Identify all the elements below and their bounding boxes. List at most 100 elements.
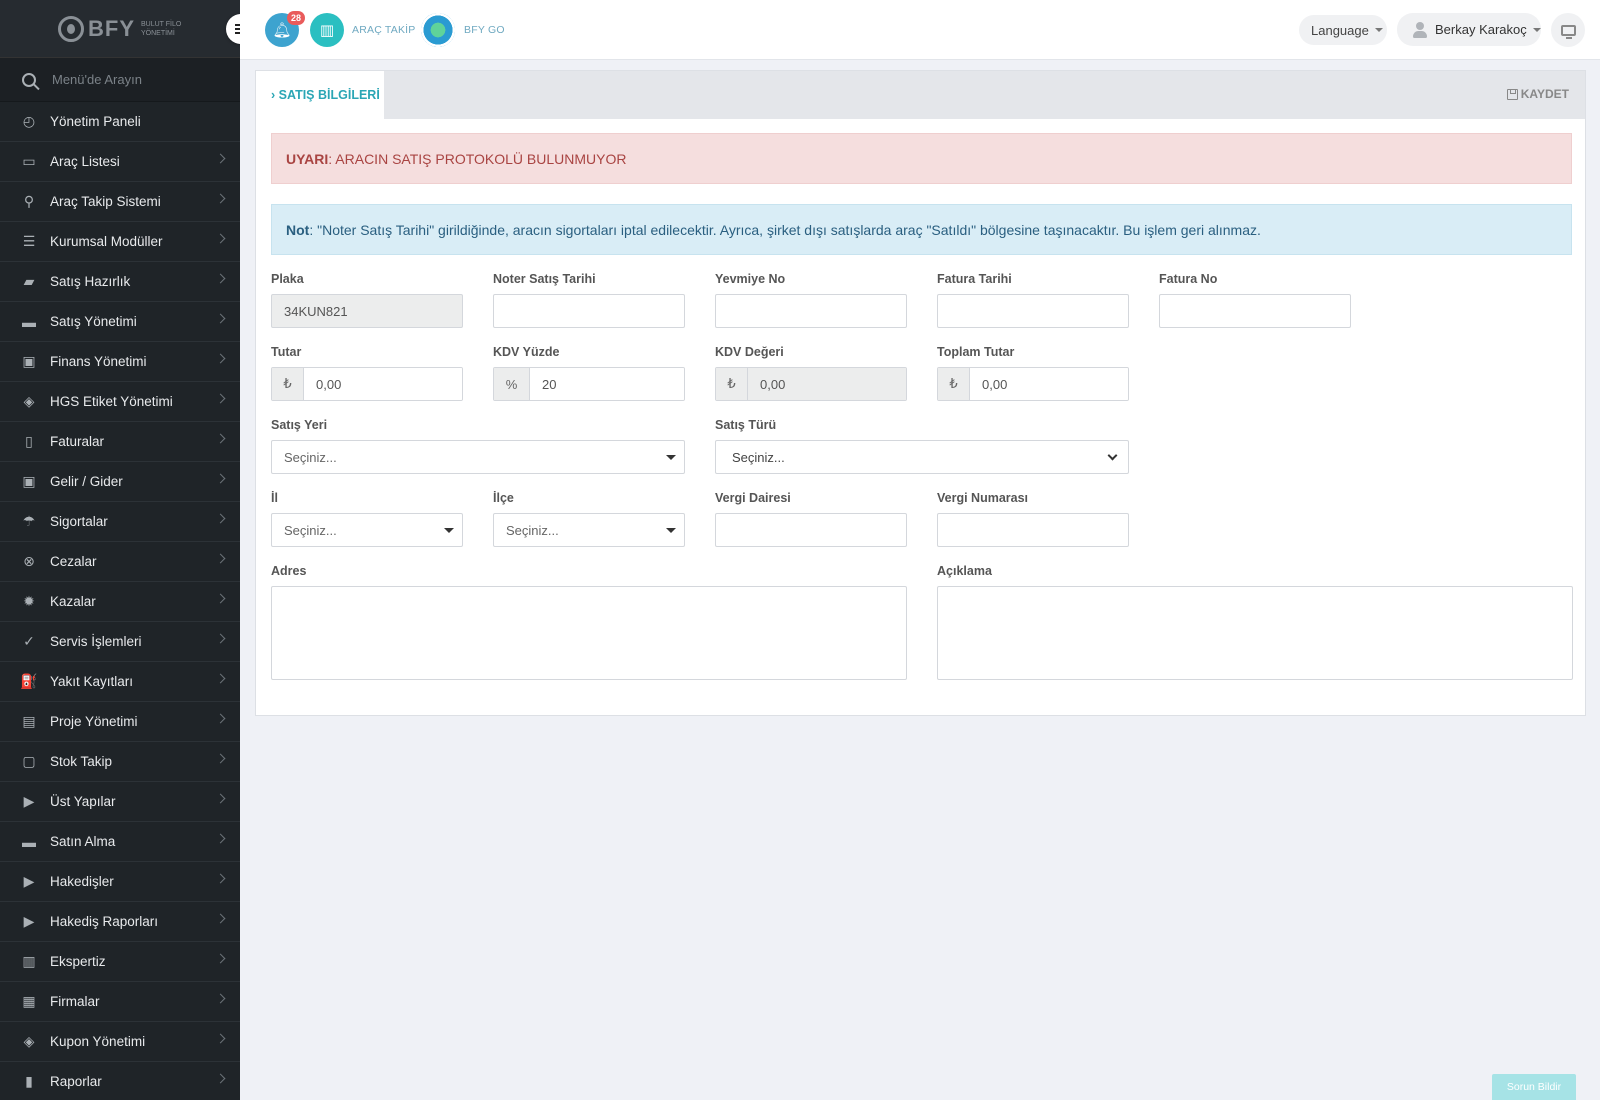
chevron-right-icon <box>215 513 226 524</box>
report-issue-button[interactable]: Sorun Bildir <box>1492 1074 1576 1100</box>
check-circle-icon: ✓ <box>23 633 35 649</box>
bfy-go-link[interactable]: BFY GO <box>464 24 505 36</box>
vergi-numarasi-label: Vergi Numarası <box>937 491 1029 505</box>
ilce-label: İlçe <box>493 491 514 505</box>
menu-toggle-button[interactable] <box>226 14 240 44</box>
sidebar-item-stok-takip[interactable]: ▢ Stok Takip <box>0 742 240 782</box>
satis-yeri-select[interactable]: Seçiniz... <box>271 440 685 474</box>
sidebar-item-label: Kazalar <box>50 594 96 609</box>
tab-satis-bilgileri[interactable]: › SATIŞ BİLGİLERİ <box>256 71 384 119</box>
kdv-yuzde-input[interactable]: 20 <box>530 368 684 400</box>
sidebar-item-kupon-yonetimi[interactable]: ◈ Kupon Yönetimi <box>0 1022 240 1062</box>
lira-icon: ₺ <box>272 368 304 400</box>
yevmiye-no-input[interactable] <box>715 294 907 328</box>
sidebar-item-arac-listesi[interactable]: ▭ Araç Listesi <box>0 142 240 182</box>
language-dropdown[interactable]: Language <box>1299 15 1387 45</box>
note-prefix: Not <box>286 221 310 238</box>
sales-info-card: › SATIŞ BİLGİLERİ KAYDET UYARI: ARACIN S… <box>255 70 1586 716</box>
sidebar-item-label: Kupon Yönetimi <box>50 1034 146 1049</box>
sidebar-item-label: Hakedişler <box>50 874 114 889</box>
vergi-numarasi-input[interactable] <box>937 513 1129 547</box>
arac-takip-link[interactable]: ARAÇ TAKİP <box>352 24 415 36</box>
chevron-right-icon <box>215 553 226 564</box>
brand-subtitle: BULUT FİLO YÖNETİMİ <box>141 20 181 38</box>
plaka-label: Plaka <box>271 272 304 286</box>
map-icon: ▥ <box>319 22 335 39</box>
vergi-dairesi-input[interactable] <box>715 513 907 547</box>
inbox-icon: ▢ <box>22 753 36 769</box>
chevron-right-icon <box>215 913 226 924</box>
sidebar-item-hakedis-raporlari[interactable]: ▶ Hakediş Raporları <box>0 902 240 942</box>
fullscreen-button[interactable] <box>1551 13 1585 47</box>
plaka-input[interactable]: 34KUN821 <box>271 294 463 328</box>
sidebar-item-gelir-gider[interactable]: ▣ Gelir / Gider <box>0 462 240 502</box>
sidebar-item-firmalar[interactable]: ▦ Firmalar <box>0 982 240 1022</box>
truck-icon: ▶ <box>23 793 35 809</box>
caret-down-icon <box>444 528 454 533</box>
tag-icon: ◈ <box>23 393 35 409</box>
kdv-degeri-input-group: ₺ 0,00 <box>715 367 907 401</box>
chevron-right-icon <box>215 833 226 844</box>
save-button[interactable]: KAYDET <box>1506 87 1569 101</box>
user-name: Berkay Karakoç <box>1435 22 1527 37</box>
fatura-tarihi-input[interactable] <box>937 294 1129 328</box>
sidebar-item-label: Firmalar <box>50 994 100 1009</box>
aciklama-textarea[interactable] <box>937 586 1573 680</box>
sidebar-item-arac-takip-sistemi[interactable]: ⚲ Araç Takip Sistemi <box>0 182 240 222</box>
ilce-select[interactable]: Seçiniz... <box>493 513 685 547</box>
arac-takip-button[interactable]: ▥ <box>310 13 344 47</box>
user-menu[interactable]: Berkay Karakoç <box>1397 13 1541 46</box>
toplam-tutar-input[interactable]: 0,00 <box>970 368 1128 400</box>
percent-icon: % <box>494 368 530 400</box>
language-label: Language <box>1311 22 1369 38</box>
kdv-yuzde-input-group: % 20 <box>493 367 685 401</box>
sidebar-item-sigortalar[interactable]: ☂ Sigortalar <box>0 502 240 542</box>
sidebar-item-kazalar[interactable]: ✹ Kazalar <box>0 582 240 622</box>
satis-turu-select[interactable]: Seçiniz... <box>715 440 1129 474</box>
il-select[interactable]: Seçiniz... <box>271 513 463 547</box>
menu-search[interactable]: Menü'de Arayın <box>0 58 240 102</box>
adres-textarea[interactable] <box>271 586 907 680</box>
fatura-tarihi-label: Fatura Tarihi <box>937 272 1012 286</box>
sidebar-item-kurumsal-moduller[interactable]: ☰ Kurumsal Modüller <box>0 222 240 262</box>
sidebar-item-servis-islemleri[interactable]: ✓ Servis İşlemleri <box>0 622 240 662</box>
chevron-right-icon <box>215 593 226 604</box>
ticket-icon: ◈ <box>23 1033 35 1049</box>
sidebar-item-faturalar[interactable]: ▯ Faturalar <box>0 422 240 462</box>
sidebar-item-yakit-kayitlari[interactable]: ⛽ Yakıt Kayıtları <box>0 662 240 702</box>
logo-mark-icon <box>58 15 84 42</box>
floppy-icon <box>1506 88 1518 100</box>
file-icon: ▯ <box>25 433 33 449</box>
sidebar-item-satis-hazirlik[interactable]: ▰ Satış Hazırlık <box>0 262 240 302</box>
sidebar-item-hakedisler[interactable]: ▶ Hakedişler <box>0 862 240 902</box>
kdv-degeri-input[interactable]: 0,00 <box>748 368 906 400</box>
sidebar-item-cezalar[interactable]: ⊗ Cezalar <box>0 542 240 582</box>
monitor-icon <box>1560 24 1576 39</box>
sidebar-item-label: Satış Yönetimi <box>50 314 137 329</box>
sidebar-item-satis-yonetimi[interactable]: ▬ Satış Yönetimi <box>0 302 240 342</box>
menu-search-input[interactable]: Menü'de Arayın <box>52 72 142 87</box>
tutar-input[interactable]: 0,00 <box>304 368 462 400</box>
brand-subtitle-line1: BULUT FİLO <box>141 20 182 28</box>
sidebar-item-ust-yapilar[interactable]: ▶ Üst Yapılar <box>0 782 240 822</box>
hamburger-icon <box>235 28 240 30</box>
brand-bar: BFY BULUT FİLO YÖNETİMİ <box>0 0 240 58</box>
clipboard-icon: ▥ <box>22 953 36 969</box>
tutar-input-group: ₺ 0,00 <box>271 367 463 401</box>
caret-down-icon <box>1374 28 1383 32</box>
chevron-right-icon <box>215 313 226 324</box>
bfy-go-icon[interactable] <box>421 13 455 47</box>
sidebar-item-hgs-etiket-yonetimi[interactable]: ◈ HGS Etiket Yönetimi <box>0 382 240 422</box>
fatura-no-input[interactable] <box>1159 294 1351 328</box>
sidebar-item-finans-yonetimi[interactable]: ▣ Finans Yönetimi <box>0 342 240 382</box>
brand-logo[interactable]: BFY BULUT FİLO YÖNETİMİ <box>58 15 181 42</box>
sidebar: BFY BULUT FİLO YÖNETİMİ Menü'de Arayın ◴… <box>0 0 240 1100</box>
sidebar-item-raporlar[interactable]: ▮ Raporlar <box>0 1062 240 1100</box>
sidebar-item-yonetim-paneli[interactable]: ◴ Yönetim Paneli <box>0 102 240 142</box>
sidebar-item-satin-alma[interactable]: ▬ Satın Alma <box>0 822 240 862</box>
noter-satis-tarihi-input[interactable] <box>493 294 685 328</box>
satis-yeri-value: Seçiniz... <box>284 449 337 465</box>
sidebar-item-ekspertiz[interactable]: ▥ Ekspertiz <box>0 942 240 982</box>
sidebar-item-proje-yonetimi[interactable]: ▤ Proje Yönetimi <box>0 702 240 742</box>
truck-icon: ▶ <box>23 913 35 929</box>
